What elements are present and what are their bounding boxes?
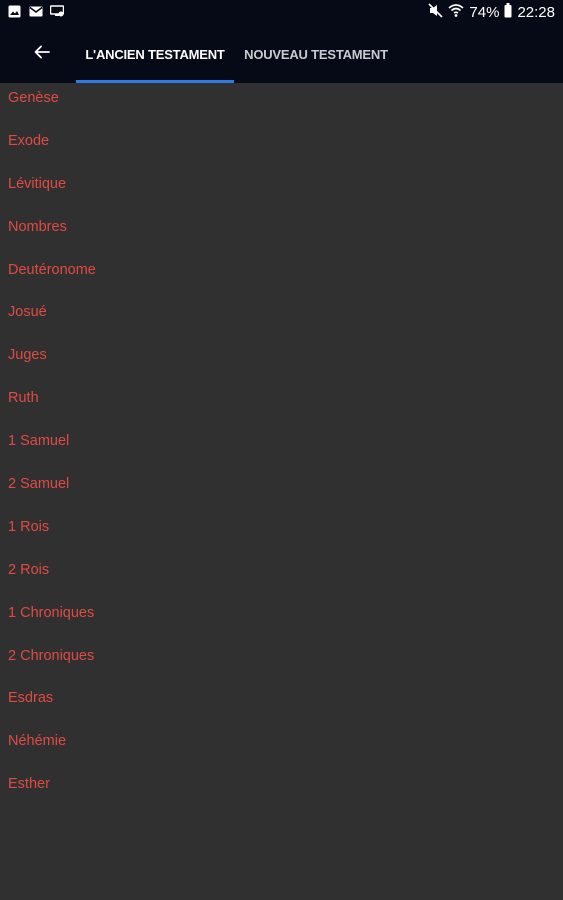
book-item-levitique[interactable]: Lévitique bbox=[0, 169, 563, 212]
book-item-1-samuel[interactable]: 1 Samuel bbox=[0, 426, 563, 469]
book-item-2-chroniques[interactable]: 2 Chroniques bbox=[0, 641, 563, 684]
book-list: Genèse Exode Lévitique Nombres Deutérono… bbox=[0, 83, 563, 812]
book-item-exode[interactable]: Exode bbox=[0, 126, 563, 169]
book-item-nombres[interactable]: Nombres bbox=[0, 212, 563, 255]
app-bar: L'ANCIEN TESTAMENT NOUVEAU TESTAMENT bbox=[0, 25, 563, 83]
back-button[interactable] bbox=[26, 38, 58, 70]
book-item-2-samuel[interactable]: 2 Samuel bbox=[0, 469, 563, 512]
book-item-ruth[interactable]: Ruth bbox=[0, 383, 563, 426]
cast-icon bbox=[49, 5, 65, 18]
tab-ancien-testament[interactable]: L'ANCIEN TESTAMENT bbox=[76, 25, 234, 83]
tab-nouveau-testament[interactable]: NOUVEAU TESTAMENT bbox=[238, 25, 394, 83]
gallery-icon bbox=[8, 5, 21, 18]
book-item-esther[interactable]: Esther bbox=[0, 769, 563, 812]
book-item-juges[interactable]: Juges bbox=[0, 340, 563, 383]
book-item-1-chroniques[interactable]: 1 Chroniques bbox=[0, 598, 563, 641]
mute-icon bbox=[428, 3, 443, 23]
notification-icons bbox=[8, 5, 65, 18]
system-status: 74% 22:28 bbox=[428, 3, 555, 23]
book-item-deuteronome[interactable]: Deutéronome bbox=[0, 255, 563, 298]
mail-icon bbox=[29, 5, 43, 18]
tab-label: NOUVEAU TESTAMENT bbox=[244, 46, 388, 62]
tab-label: L'ANCIEN TESTAMENT bbox=[85, 46, 225, 62]
book-item-genese[interactable]: Genèse bbox=[0, 83, 563, 126]
status-bar: 74% 22:28 bbox=[0, 0, 563, 25]
clock: 22:28 bbox=[517, 4, 555, 21]
wifi-icon bbox=[448, 3, 464, 23]
book-item-2-rois[interactable]: 2 Rois bbox=[0, 555, 563, 598]
arrow-left-icon bbox=[33, 43, 51, 66]
book-item-1-rois[interactable]: 1 Rois bbox=[0, 512, 563, 555]
battery-percent: 74% bbox=[469, 4, 500, 21]
book-item-esdras[interactable]: Esdras bbox=[0, 683, 563, 726]
book-item-nehemie[interactable]: Néhémie bbox=[0, 726, 563, 769]
book-item-josue[interactable]: Josué bbox=[0, 297, 563, 340]
battery-icon bbox=[504, 3, 512, 23]
